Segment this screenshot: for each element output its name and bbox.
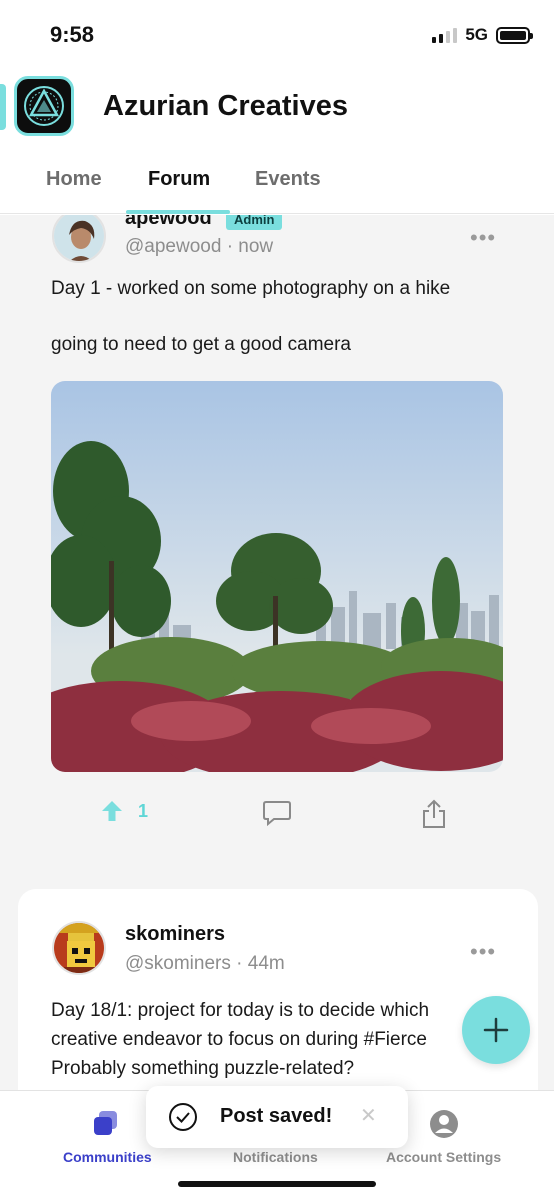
home-indicator bbox=[178, 1181, 376, 1187]
comment-button[interactable] bbox=[262, 799, 292, 827]
post-handle: @apewood · now bbox=[125, 236, 274, 257]
more-icon[interactable]: ••• bbox=[470, 939, 496, 965]
battery-icon bbox=[496, 26, 533, 44]
drawer-handle[interactable] bbox=[0, 84, 6, 130]
community-logo[interactable] bbox=[14, 76, 74, 136]
post-text-line: Day 18/1: project for today is to decide… bbox=[51, 1000, 430, 1021]
status-indicators: 5G bbox=[432, 25, 533, 45]
post-text-line: Day 1 - worked on some photography on a … bbox=[51, 278, 451, 299]
nav-label-communities: Communities bbox=[63, 1149, 152, 1165]
comment-icon bbox=[263, 801, 291, 827]
tab-forum[interactable]: Forum bbox=[148, 168, 210, 191]
close-icon[interactable]: ✕ bbox=[360, 1103, 377, 1128]
admin-badge: Admin bbox=[226, 215, 283, 230]
account-icon bbox=[429, 1110, 458, 1138]
post-actions: 1 bbox=[0, 799, 554, 839]
tab-bar: Home Forum Events bbox=[0, 146, 554, 214]
post-handle: @skominers · 44m bbox=[125, 953, 285, 974]
post-author[interactable]: skominers bbox=[125, 923, 225, 946]
status-bar: 9:58 5G bbox=[0, 0, 554, 70]
new-post-button[interactable] bbox=[462, 996, 530, 1064]
active-tab-indicator bbox=[126, 210, 230, 214]
nav-label-notifications: Notifications bbox=[233, 1149, 318, 1165]
toast-message: Post saved! bbox=[220, 1105, 333, 1127]
upvote-count: 1 bbox=[138, 800, 149, 821]
more-icon[interactable]: ••• bbox=[470, 225, 496, 251]
post-photo[interactable] bbox=[51, 381, 503, 772]
page-title: Azurian Creatives bbox=[103, 90, 348, 122]
app-header: Azurian Creatives bbox=[0, 70, 554, 146]
upvote-button[interactable]: 1 bbox=[100, 799, 148, 823]
post-author[interactable]: apewood bbox=[125, 215, 212, 230]
post-card[interactable]: apewood Admin @apewood · now ••• Day 1 -… bbox=[0, 215, 554, 855]
post-text-line: going to need to get a good camera bbox=[51, 334, 352, 355]
forum-feed[interactable]: apewood Admin @apewood · now ••• Day 1 -… bbox=[0, 215, 554, 1090]
communities-icon bbox=[94, 1111, 118, 1135]
tab-events[interactable]: Events bbox=[255, 168, 321, 191]
post-text-line: Probably something puzzle-related? bbox=[51, 1058, 355, 1079]
network-label: 5G bbox=[465, 25, 488, 44]
logo-emblem-icon bbox=[24, 86, 64, 126]
plus-icon bbox=[483, 1017, 509, 1043]
share-button[interactable] bbox=[421, 799, 447, 829]
avatar[interactable] bbox=[52, 215, 106, 263]
toast-notification: Post saved! ✕ bbox=[146, 1086, 408, 1148]
check-circle-icon bbox=[169, 1103, 197, 1131]
avatar[interactable] bbox=[52, 921, 106, 975]
post-card[interactable]: skominers @skominers · 44m ••• Day 18/1:… bbox=[18, 889, 538, 1090]
share-icon bbox=[423, 799, 445, 828]
nav-communities[interactable]: Communities bbox=[63, 1109, 152, 1165]
status-time: 9:58 bbox=[50, 22, 95, 47]
post-text-line: creative endeavor to focus on during #Fi… bbox=[51, 1029, 427, 1050]
signal-icon bbox=[432, 27, 458, 43]
tab-home[interactable]: Home bbox=[46, 168, 102, 191]
upvote-icon bbox=[102, 801, 122, 821]
nav-label-account-settings: Account Settings bbox=[386, 1149, 502, 1165]
